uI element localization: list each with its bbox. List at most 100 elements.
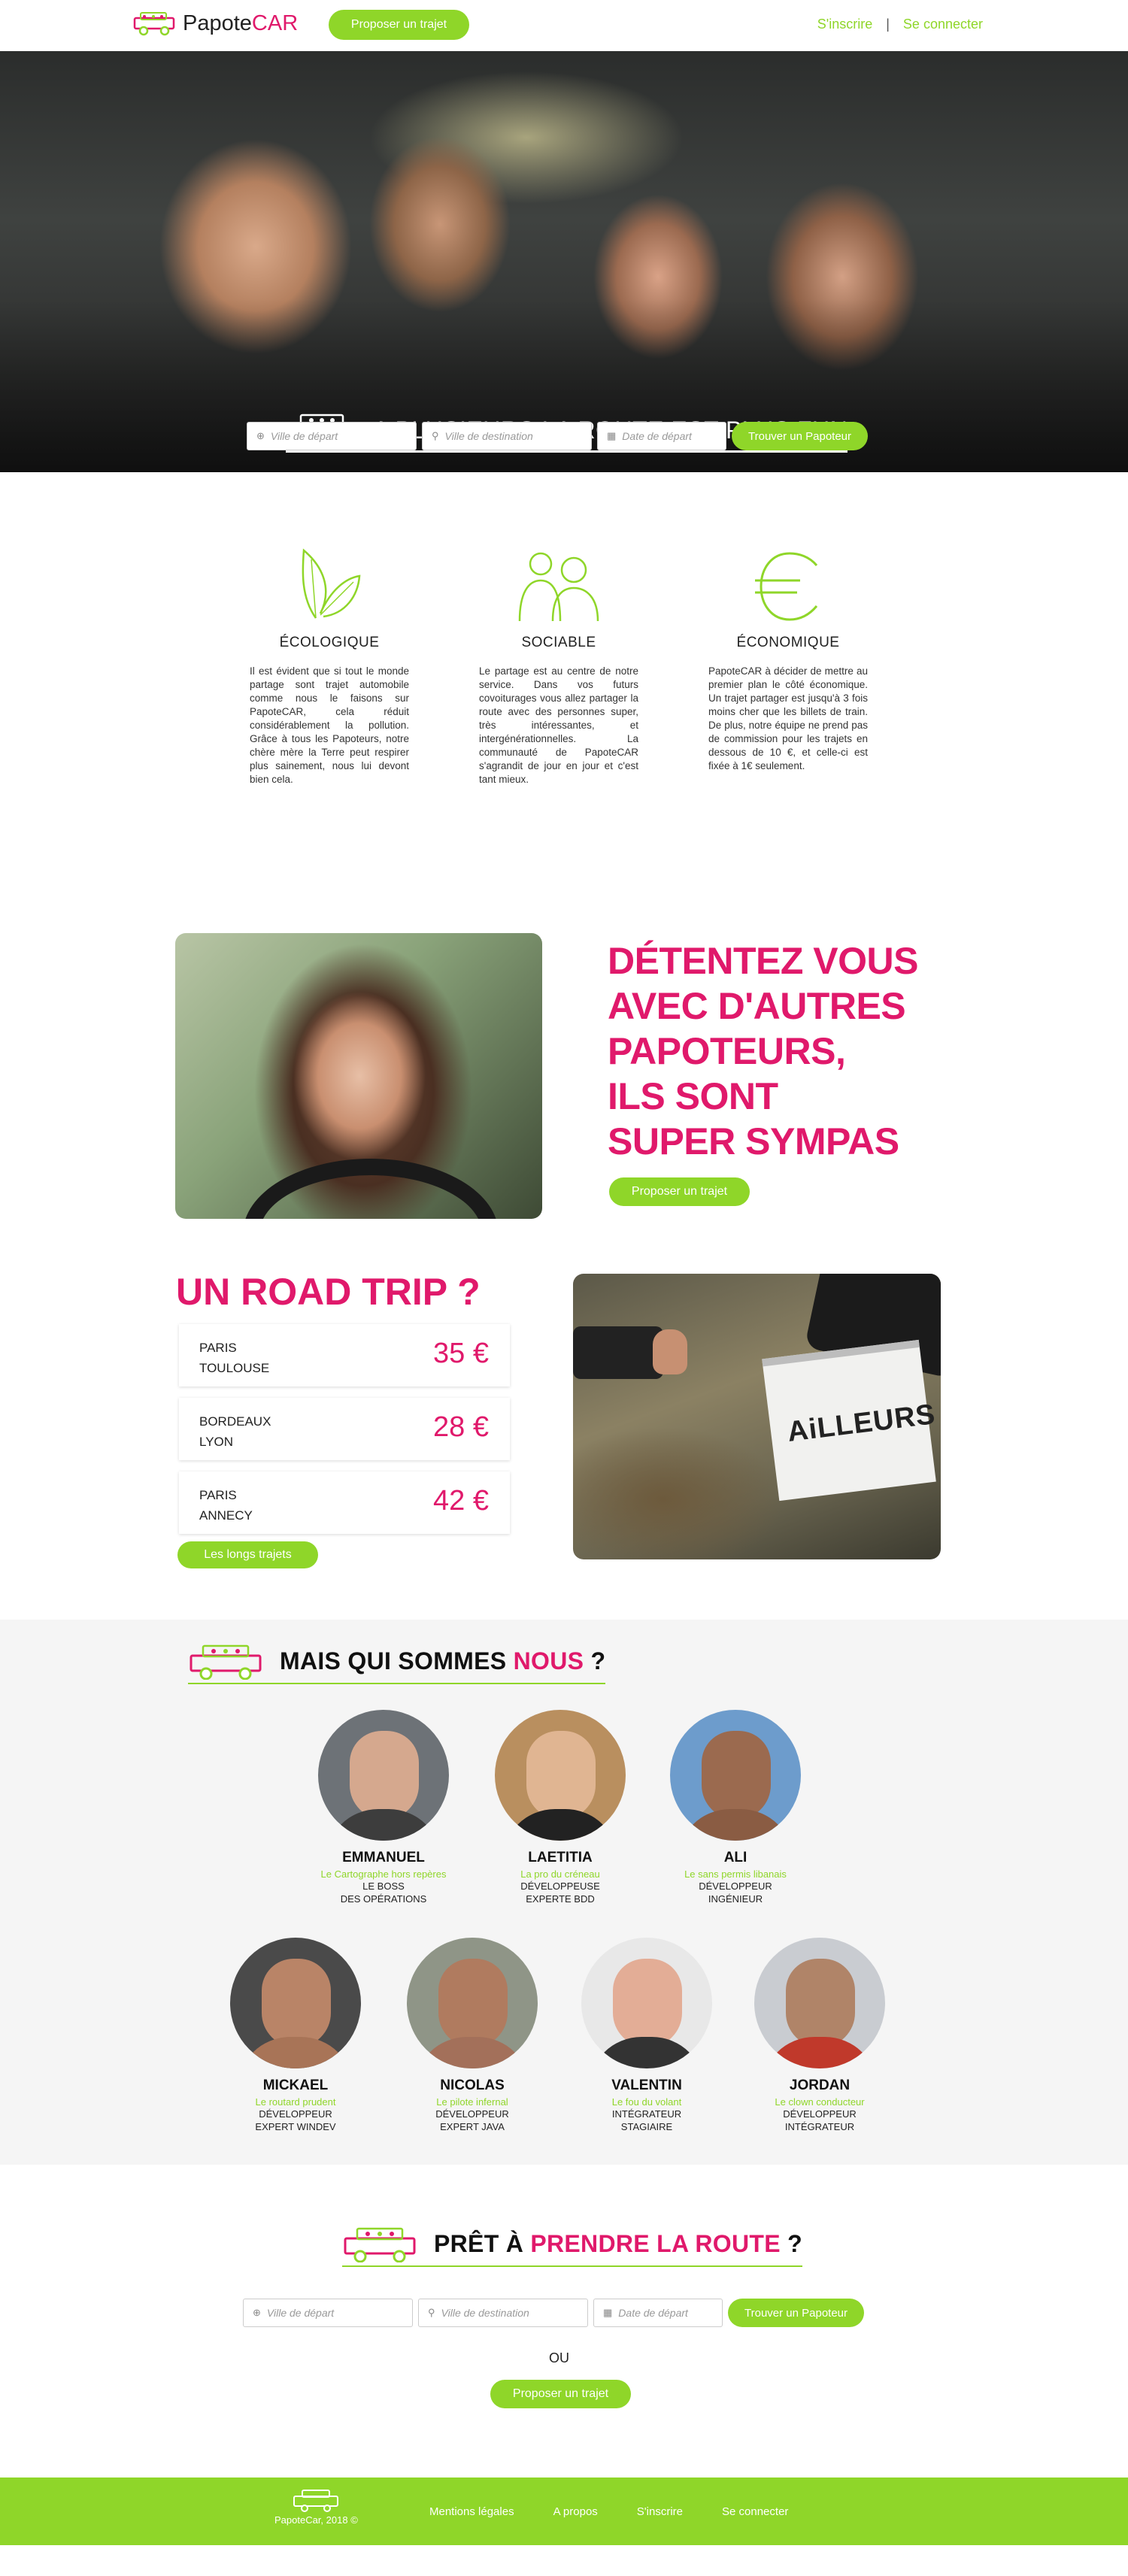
avatar bbox=[581, 1938, 712, 2068]
feature-ecologique: ÉCOLOGIQUE Il est évident que si tout le… bbox=[250, 540, 409, 786]
trip-card[interactable]: PARIS TOULOUSE 35 € bbox=[179, 1324, 510, 1386]
logo-text: PapoteCAR bbox=[183, 11, 299, 35]
hero-title-underline bbox=[286, 450, 848, 453]
trip-cities: PARIS ANNECY bbox=[199, 1488, 253, 1523]
member-name: VALENTIN bbox=[611, 2077, 682, 2093]
member-role: EXPERT WINDEV bbox=[255, 2121, 336, 2132]
find-papoteur-button[interactable]: Trouver un Papoteur bbox=[728, 2299, 865, 2327]
member-role: EXPERT JAVA bbox=[440, 2121, 505, 2132]
avatar-face bbox=[786, 1959, 855, 2047]
nav-separator: | bbox=[886, 17, 890, 32]
footer-link-login[interactable]: Se connecter bbox=[722, 2505, 788, 2518]
trip-card[interactable]: PARIS ANNECY 42 € bbox=[179, 1471, 510, 1534]
member-name: MICKAEL bbox=[262, 2077, 329, 2093]
leaf-icon bbox=[302, 548, 361, 619]
member-name: EMMANUEL bbox=[342, 1850, 425, 1865]
member-nickname: Le Cartographe hors repères bbox=[320, 1868, 447, 1880]
relax-section: DÉTENTEZ VOUS AVEC D'AUTRES PAPOTEURS, I… bbox=[0, 800, 1128, 1219]
member-name: LAETITIA bbox=[528, 1850, 593, 1865]
team-member: MICKAEL Le routard prudent DÉVELOPPEUR E… bbox=[213, 1938, 378, 2133]
destination-input[interactable]: ⚲ Ville de destination bbox=[418, 2299, 588, 2327]
avatar bbox=[754, 1938, 885, 2068]
avatar-body bbox=[414, 2037, 530, 2068]
member-nickname: Le pilote infernal bbox=[436, 2096, 508, 2108]
avatar bbox=[230, 1938, 361, 2068]
team-section: MAIS QUI SOMMES NOUS ? EMMANUEL Le Carto… bbox=[0, 1620, 1128, 2165]
auth-links: S'inscrire | Se connecter bbox=[817, 17, 983, 32]
footer: PapoteCar, 2018 © Mentions légales A pro… bbox=[0, 2478, 1128, 2545]
cta-heading: PRÊT À PRENDRE LA ROUTE ? bbox=[434, 2229, 802, 2257]
hero-search-form: ⊕ Ville de départ ⚲ Ville de destination ▦… bbox=[247, 422, 869, 450]
date-input[interactable]: ▦ Date de départ bbox=[597, 422, 726, 450]
member-role: DÉVELOPPEUR bbox=[783, 2108, 857, 2120]
footer-link-legal[interactable]: Mentions légales bbox=[429, 2505, 514, 2518]
footer-link-signup[interactable]: S'inscrire bbox=[637, 2505, 683, 2518]
team-member: VALENTIN Le fou du volant INTÉGRATEUR ST… bbox=[564, 1938, 729, 2133]
avatar-body bbox=[238, 2037, 353, 2068]
feature-text: Le partage est au centre de notre servic… bbox=[479, 665, 638, 785]
member-role: DÉVELOPPEUR bbox=[435, 2108, 509, 2120]
footer-link-about[interactable]: A propos bbox=[553, 2505, 598, 2518]
avatar-face bbox=[350, 1731, 419, 1820]
avatar-face bbox=[526, 1731, 596, 1820]
departure-input[interactable]: ⊕ Ville de départ bbox=[243, 2299, 413, 2327]
avatar-face bbox=[613, 1959, 682, 2047]
team-member: ALI Le sans permis libanais DÉVELOPPEUR … bbox=[653, 1710, 818, 1905]
member-role: DÉVELOPPEUSE bbox=[520, 1880, 600, 1892]
footer-brand: PapoteCar, 2018 © bbox=[274, 2488, 358, 2526]
propose-trip-button[interactable]: Proposer un trajet bbox=[490, 2380, 631, 2408]
avatar bbox=[318, 1710, 449, 1841]
or-label: OU bbox=[549, 2350, 569, 2365]
member-role: INTÉGRATEUR bbox=[784, 2121, 855, 2132]
member-nickname: Le clown conducteur bbox=[775, 2096, 865, 2108]
avatar bbox=[407, 1938, 538, 2068]
copyright: PapoteCar, 2018 © bbox=[274, 2514, 358, 2526]
cta-section: PRÊT À PRENDRE LA ROUTE ? ⊕ Ville de dépa… bbox=[0, 2165, 1128, 2478]
heading-underline bbox=[188, 1683, 606, 1684]
signup-link[interactable]: S'inscrire bbox=[817, 17, 872, 32]
team-heading-block: MAIS QUI SOMMES NOUS ? bbox=[188, 1642, 606, 1684]
team-member: NICOLAS Le pilote infernal DÉVELOPPEUR E… bbox=[390, 1938, 555, 2133]
features-section: ÉCOLOGIQUE Il est évident que si tout le… bbox=[0, 472, 1128, 800]
hitchhiker-photo: AiLLEURS bbox=[573, 1274, 941, 1559]
heading-underline bbox=[342, 2265, 802, 2267]
propose-trip-button[interactable]: Proposer un trajet bbox=[329, 10, 469, 40]
roadtrip-section: UN ROAD TRIP ? PARIS TOULOUSE 35 € BORDEA… bbox=[0, 1191, 1128, 1620]
map-pin-icon: ⚲ bbox=[432, 430, 439, 441]
map-pin-icon: ⚲ bbox=[428, 2307, 435, 2318]
feature-title: ÉCOLOGIQUE bbox=[279, 635, 380, 650]
trip-price: 28 € bbox=[433, 1411, 489, 1443]
member-role: INTÉGRATEUR bbox=[611, 2108, 682, 2120]
member-role: INGÉNIEUR bbox=[708, 1893, 763, 1905]
avatar-face bbox=[702, 1731, 771, 1820]
member-name: ALI bbox=[723, 1850, 747, 1865]
login-link[interactable]: Se connecter bbox=[903, 17, 983, 32]
avatar bbox=[495, 1710, 626, 1841]
cta-heading-block: PRÊT À PRENDRE LA ROUTE ? bbox=[342, 2225, 802, 2267]
long-trips-button[interactable]: Les longs trajets bbox=[177, 1541, 318, 1568]
calendar-icon: ▦ bbox=[603, 2307, 613, 2318]
relax-heading: DÉTENTEZ VOUS AVEC D'AUTRES PAPOTEURS, I… bbox=[608, 940, 918, 1162]
feature-sociable: SOCIABLE Le partage est au centre de not… bbox=[479, 540, 638, 786]
member-role: LE BOSS bbox=[362, 1880, 405, 1892]
date-input[interactable]: ▦ Date de départ bbox=[593, 2299, 723, 2327]
roadtrip-heading: UN ROAD TRIP ? bbox=[176, 1271, 481, 1313]
avatar-body bbox=[678, 1809, 793, 1841]
feature-title: ÉCONOMIQUE bbox=[736, 635, 840, 650]
feature-economique: ÉCONOMIQUE PapoteCAR à décider de mettre… bbox=[708, 540, 868, 773]
avatar bbox=[670, 1710, 801, 1841]
cta-search-form: ⊕ Ville de départ ⚲ Ville de destination ▦… bbox=[243, 2299, 865, 2327]
find-papoteur-button[interactable]: Trouver un Papoteur bbox=[732, 422, 869, 450]
trip-card[interactable]: BORDEAUX LYON 28 € bbox=[179, 1398, 510, 1460]
destination-input[interactable]: ⚲ Ville de destination bbox=[422, 422, 592, 450]
departure-input[interactable]: ⊕ Ville de départ bbox=[247, 422, 417, 450]
thumb-up-arm bbox=[573, 1326, 687, 1379]
member-nickname: Le routard prudent bbox=[255, 2096, 336, 2108]
member-role: DÉVELOPPEUR bbox=[259, 2108, 332, 2120]
member-role: STAGIAIRE bbox=[620, 2121, 673, 2132]
avatar-body bbox=[762, 2037, 878, 2068]
logo[interactable]: PapoteCAR bbox=[132, 11, 298, 36]
trip-price: 42 € bbox=[433, 1485, 489, 1517]
feature-title: SOCIABLE bbox=[521, 635, 596, 650]
euro-icon bbox=[755, 552, 818, 621]
